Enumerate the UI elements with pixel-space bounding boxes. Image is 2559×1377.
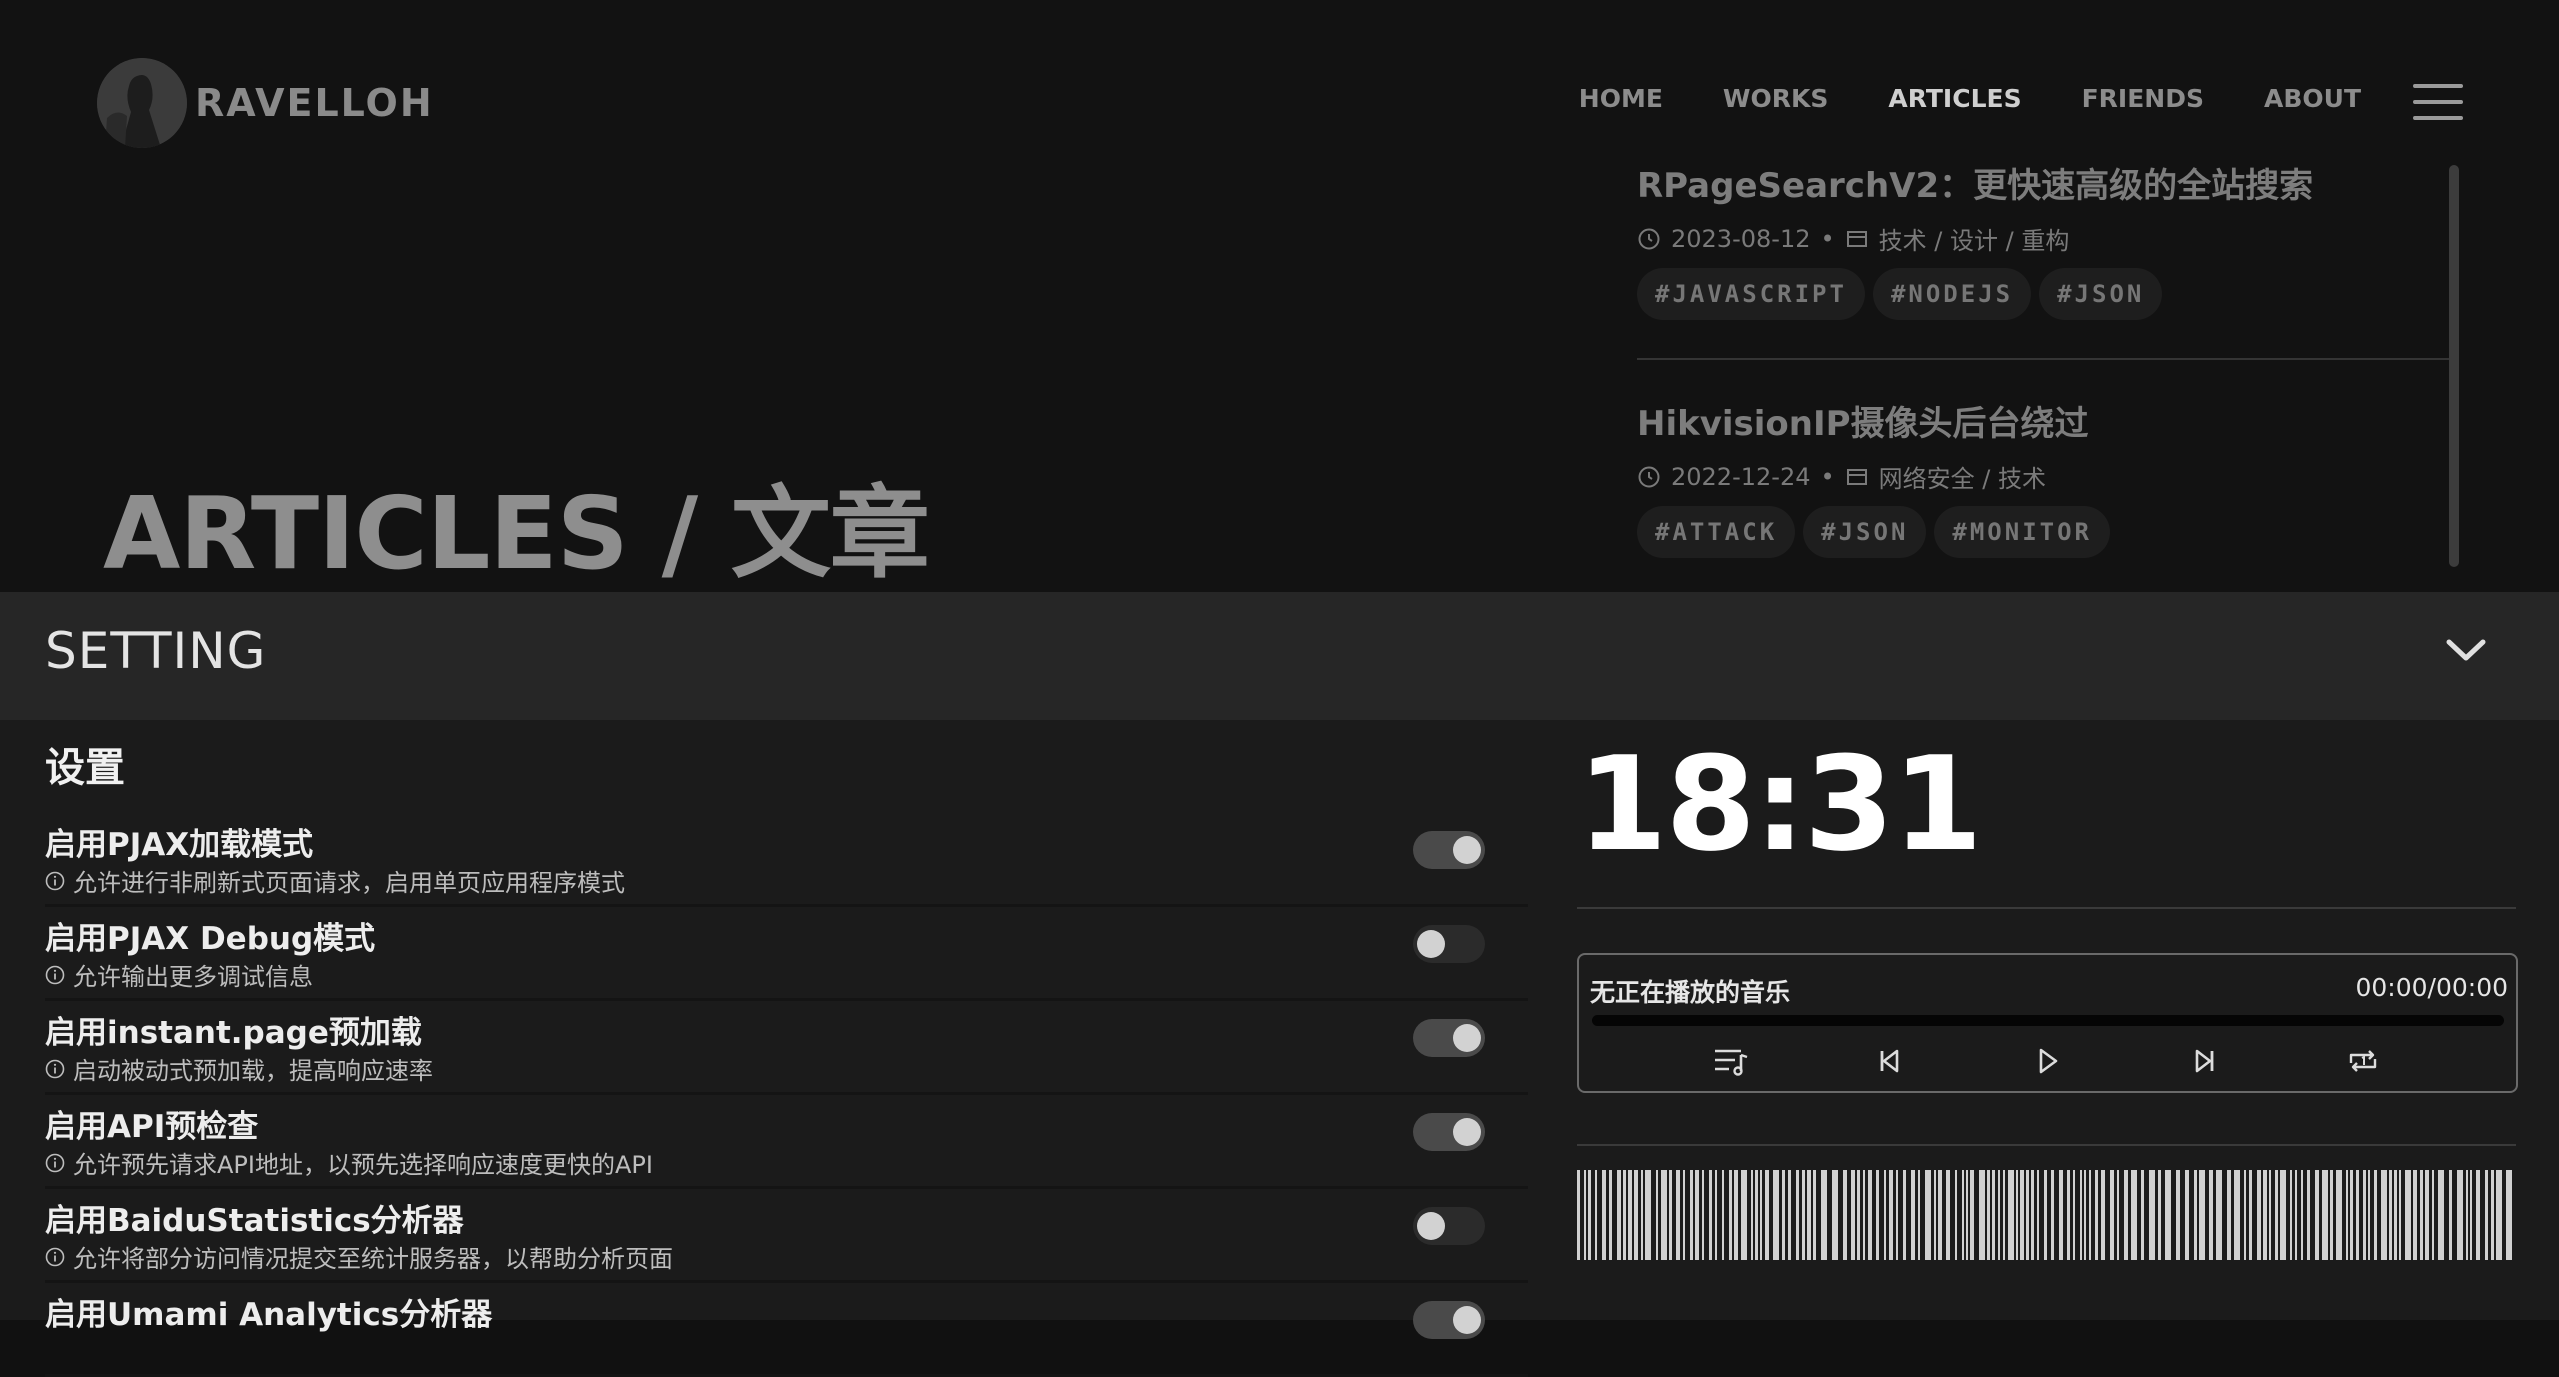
folder-icon <box>1846 230 1867 247</box>
avatar <box>97 58 187 148</box>
setting-desc: 允许预先请求API地址，以预先选择响应速度更快的API <box>45 1145 653 1180</box>
api-precheck-toggle[interactable] <box>1413 1113 1485 1151</box>
article-title[interactable]: HikvisionIP摄像头后台绕过 <box>1637 396 2452 445</box>
clock: 18:31 <box>1577 728 1983 880</box>
tag[interactable]: #JSON <box>2039 268 2163 320</box>
settings-heading: 设置 <box>45 745 125 791</box>
article-item[interactable]: HikvisionIP摄像头后台绕过 2022-12-24 • 网络安全 / 技… <box>1637 396 2452 558</box>
setting-name: 启用PJAX加载模式 <box>45 827 314 863</box>
meta-separator: • <box>1820 462 1835 491</box>
main-nav: HOME WORKS ARTICLES FRIENDS ABOUT <box>1579 84 2361 113</box>
nav-about[interactable]: ABOUT <box>2264 84 2361 113</box>
setting-row: 启用PJAX Debug模式 允许输出更多调试信息 <box>45 907 1528 1001</box>
setting-bar-title: SETTING <box>45 622 267 680</box>
article-categories: 网络安全 / 技术 <box>1878 465 2046 493</box>
folder-icon <box>1846 468 1867 485</box>
meta-separator: • <box>1820 224 1835 253</box>
info-icon <box>45 1059 65 1078</box>
info-icon <box>45 871 65 890</box>
nav-home[interactable]: HOME <box>1579 84 1663 113</box>
nav-works[interactable]: WORKS <box>1723 84 1828 113</box>
nav-articles[interactable]: ARTICLES <box>1888 84 2021 113</box>
song-title: 无正在播放的音乐 <box>1590 978 1791 1007</box>
article-tags: #JAVASCRIPT #NODEJS #JSON <box>1637 268 2452 320</box>
clock-icon <box>1638 466 1660 487</box>
info-icon <box>45 965 65 984</box>
chevron-down-icon[interactable] <box>2445 636 2487 664</box>
site-logo[interactable]: RAVELLOH <box>97 58 434 148</box>
umami-analytics-toggle[interactable] <box>1413 1301 1485 1339</box>
settings-list: 启用PJAX加载模式 允许进行非刷新式页面请求，启用单页应用程序模式 启用PJA… <box>45 813 1528 1377</box>
setting-desc: 允许将部分访问情况提交至统计服务器，以帮助分析页面 <box>45 1239 673 1274</box>
setting-row: 启用API预检查 允许预先请求API地址，以预先选择响应速度更快的API <box>45 1095 1528 1189</box>
next-icon[interactable] <box>2185 1043 2225 1079</box>
article-date: 2023-08-12 <box>1671 224 1811 253</box>
article-tags: #ATTACK #JSON #MONITOR <box>1637 506 2452 558</box>
setting-row: 启用PJAX加载模式 允许进行非刷新式页面请求，启用单页应用程序模式 <box>45 813 1528 907</box>
setting-desc: 允许输出更多调试信息 <box>45 957 313 992</box>
article-list-scrollbar[interactable] <box>2449 165 2459 567</box>
setting-row: 启用Umami Analytics分析器 <box>45 1283 1528 1377</box>
article-date: 2022-12-24 <box>1671 462 1811 491</box>
tag[interactable]: #MONITOR <box>1934 506 2110 558</box>
info-icon <box>45 1247 65 1266</box>
article-list: RPageSearchV2：更快速高级的全站搜索 2023-08-12 • 技术… <box>1637 158 2452 568</box>
divider <box>1577 907 2516 909</box>
divider <box>1577 1144 2516 1146</box>
barcode-graphic <box>1577 1170 2512 1260</box>
pjax-debug-toggle[interactable] <box>1413 925 1485 963</box>
article-categories: 技术 / 设计 / 重构 <box>1878 227 2070 255</box>
article-meta: 2022-12-24 • 网络安全 / 技术 <box>1637 459 2452 494</box>
brand-name: RAVELLOH <box>195 81 434 125</box>
playlist-icon[interactable] <box>1711 1043 1751 1079</box>
hamburger-menu-icon[interactable] <box>2413 84 2463 120</box>
tag[interactable]: #NODEJS <box>1872 268 2032 320</box>
setting-row: 启用BaiduStatistics分析器 允许将部分访问情况提交至统计服务器，以… <box>45 1189 1528 1283</box>
music-player: 无正在播放的音乐 00:00/00:00 <box>1577 953 2518 1093</box>
instant-page-toggle[interactable] <box>1413 1019 1485 1057</box>
article-meta: 2023-08-12 • 技术 / 设计 / 重构 <box>1637 221 2452 256</box>
setting-name: 启用PJAX Debug模式 <box>45 921 376 957</box>
article-item[interactable]: RPageSearchV2：更快速高级的全站搜索 2023-08-12 • 技术… <box>1637 158 2452 320</box>
setting-name: 启用Umami Analytics分析器 <box>45 1297 493 1333</box>
setting-desc: 允许进行非刷新式页面请求，启用单页应用程序模式 <box>45 863 625 898</box>
page-title: ARTICLES / 文章 <box>103 475 930 592</box>
setting-bar[interactable]: SETTING <box>0 592 2559 720</box>
play-icon[interactable] <box>2027 1043 2067 1079</box>
baidu-statistics-toggle[interactable] <box>1413 1207 1485 1245</box>
setting-name: 启用BaiduStatistics分析器 <box>45 1203 464 1239</box>
setting-row: 启用instant.page预加载 启动被动式预加载，提高响应速率 <box>45 1001 1528 1095</box>
song-time: 00:00/00:00 <box>2355 973 2508 1002</box>
tag[interactable]: #ATTACK <box>1637 506 1796 558</box>
tag[interactable]: #JSON <box>1803 506 1927 558</box>
setting-name: 启用instant.page预加载 <box>45 1015 422 1051</box>
info-icon <box>45 1153 65 1172</box>
setting-desc: 启动被动式预加载，提高响应速率 <box>45 1051 433 1086</box>
setting-name: 启用API预检查 <box>45 1109 259 1145</box>
clock-icon <box>1638 228 1660 249</box>
tag[interactable]: #JAVASCRIPT <box>1637 268 1865 320</box>
pjax-toggle[interactable] <box>1413 831 1485 869</box>
previous-icon[interactable] <box>1869 1043 1909 1079</box>
article-title[interactable]: RPageSearchV2：更快速高级的全站搜索 <box>1637 158 2452 207</box>
repeat-one-icon[interactable] <box>2343 1043 2383 1079</box>
article-divider <box>1637 358 2452 360</box>
progress-bar[interactable] <box>1592 1015 2504 1026</box>
player-controls <box>1579 1037 2516 1087</box>
nav-friends[interactable]: FRIENDS <box>2082 84 2204 113</box>
